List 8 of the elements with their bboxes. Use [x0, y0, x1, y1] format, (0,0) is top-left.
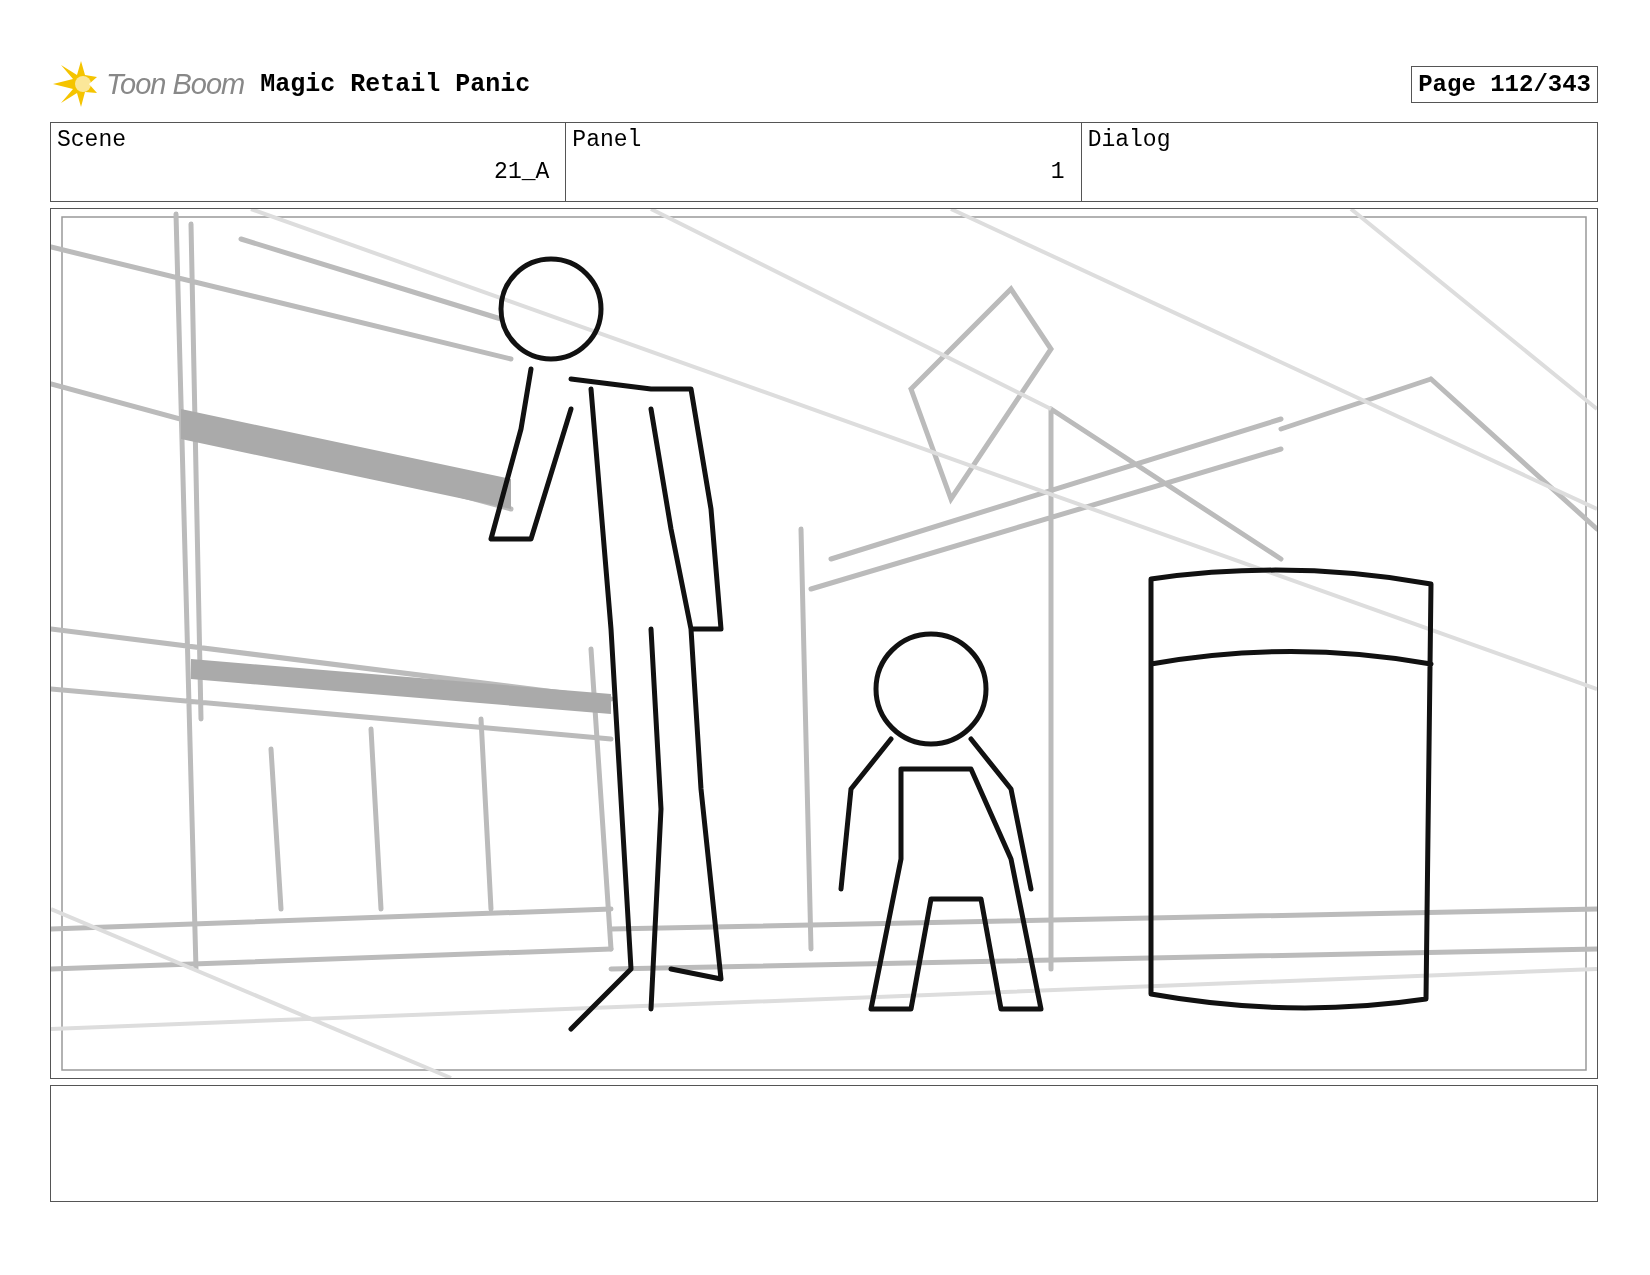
project-title: Magic Retail Panic	[260, 69, 531, 99]
field-label: Scene	[57, 127, 126, 153]
logo-wordmark: Toon Boom	[106, 67, 245, 101]
field-value: 21_A	[494, 159, 550, 185]
field-label: Panel	[572, 127, 642, 153]
page-number: Page 112/343	[1411, 65, 1598, 103]
field-label: Dialog	[1087, 127, 1171, 153]
field-value: 1	[1050, 159, 1065, 185]
